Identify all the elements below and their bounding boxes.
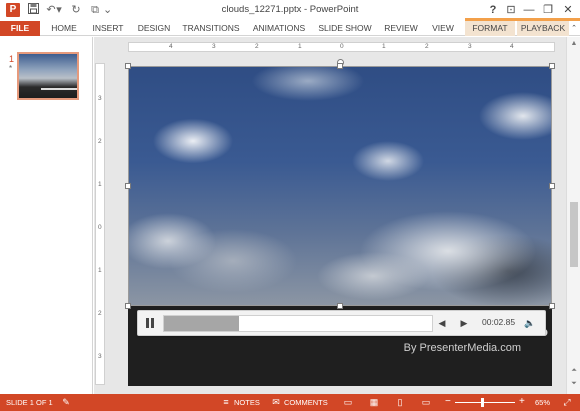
maximize-button[interactable]: ❐ xyxy=(540,2,556,18)
slide-thumbnail[interactable] xyxy=(17,52,79,100)
slide-number: 1 xyxy=(9,54,15,64)
pause-bar xyxy=(151,318,154,328)
animation-marker-icon: * xyxy=(9,64,13,73)
ribbon-display-options-icon[interactable]: ⊡ xyxy=(503,2,519,18)
ruler-tick: 4 xyxy=(169,43,173,50)
ruler-tick: 0 xyxy=(98,224,102,231)
resize-handle[interactable] xyxy=(337,303,343,309)
ribbon-tab-bar: FILE HOME INSERT DESIGN TRANSITIONS ANIM… xyxy=(0,21,580,36)
zoom-level[interactable]: 65% xyxy=(535,398,550,407)
zoom-slider-track[interactable] xyxy=(455,402,515,403)
notes-button[interactable]: NOTES xyxy=(234,398,260,407)
tab-slide-show[interactable]: SLIDE SHOW xyxy=(317,21,373,36)
resize-handle[interactable] xyxy=(125,183,131,189)
scroll-thumb[interactable] xyxy=(570,202,578,267)
collapse-ribbon-icon[interactable]: ⌃ xyxy=(569,21,579,36)
tab-file[interactable]: FILE xyxy=(0,21,40,36)
slide-subtitle[interactable]: By PresenterMedia.com xyxy=(328,342,521,354)
zoom-out-button[interactable]: − xyxy=(445,396,451,407)
resize-handle[interactable] xyxy=(125,303,131,309)
thumbnail-image xyxy=(19,54,77,98)
move-back-icon[interactable]: ◀ xyxy=(436,317,448,329)
thumbnail-title-line xyxy=(41,88,77,90)
pause-icon[interactable] xyxy=(144,317,156,329)
move-forward-icon[interactable]: ▶ xyxy=(458,317,470,329)
volume-icon[interactable]: 🔈 xyxy=(524,317,536,329)
vertical-scrollbar[interactable]: ▲ ⏶ ⏷ xyxy=(566,37,580,394)
tab-view[interactable]: VIEW xyxy=(428,21,458,36)
resize-handle[interactable] xyxy=(549,303,555,309)
normal-view-icon[interactable]: ▭ xyxy=(342,397,354,408)
slide-show-view-icon[interactable]: ▭ xyxy=(420,397,432,408)
comments-icon[interactable]: ✉ xyxy=(270,397,282,408)
ruler-tick: 3 xyxy=(212,43,216,50)
tab-insert[interactable]: INSERT xyxy=(88,21,128,36)
ruler-tick: 2 xyxy=(98,138,102,145)
close-button[interactable]: ✕ xyxy=(560,2,576,18)
slide-count-status: SLIDE 1 OF 1 xyxy=(6,398,53,407)
slide-sorter-icon[interactable]: ▦ xyxy=(368,397,380,408)
ruler-tick: 3 xyxy=(468,43,472,50)
media-controls-bar: ◀ ▶ 00:02.85 🔈 xyxy=(137,310,546,336)
pause-bar xyxy=(146,318,149,328)
fit-slide-icon[interactable]: ⤢ xyxy=(561,397,573,408)
reading-view-icon[interactable]: ▯ xyxy=(394,397,406,408)
previous-slide-icon[interactable]: ⏶ xyxy=(570,367,578,375)
ruler-tick: 2 xyxy=(255,43,259,50)
minimize-button[interactable]: — xyxy=(521,2,537,18)
tab-home[interactable]: HOME xyxy=(46,21,82,36)
video-frame-clouds[interactable] xyxy=(128,66,552,306)
title-bar: P ↶ ▾ ↻ ⧉ ⌄ clouds_12271.pptx - PowerPoi… xyxy=(0,0,580,21)
ruler-tick: 0 xyxy=(340,43,344,50)
scroll-up-icon[interactable]: ▲ xyxy=(570,40,578,48)
ruler-tick: 1 xyxy=(98,181,102,188)
ruler-tick: 3 xyxy=(98,353,102,360)
comments-button[interactable]: COMMENTS xyxy=(284,398,328,407)
zoom-in-button[interactable]: + xyxy=(519,396,525,407)
tab-playback[interactable]: PLAYBACK xyxy=(517,21,569,36)
media-time: 00:02.85 xyxy=(482,317,516,327)
status-bar: SLIDE 1 OF 1 ✎ ≡ NOTES ✉ COMMENTS ▭ ▦ ▯ … xyxy=(0,394,580,411)
next-slide-icon[interactable]: ⏷ xyxy=(570,380,578,388)
ruler-tick: 1 xyxy=(98,267,102,274)
tab-format[interactable]: FORMAT xyxy=(465,21,515,36)
zoom-slider-thumb[interactable] xyxy=(481,398,484,407)
horizontal-ruler: 4 3 2 1 0 1 2 3 4 xyxy=(128,42,555,52)
slide[interactable]: Embedded PowerPoint Video By PresenterMe… xyxy=(128,66,552,386)
tab-transitions[interactable]: TRANSITIONS xyxy=(180,21,242,36)
spell-check-icon[interactable]: ✎ xyxy=(60,397,72,408)
notes-icon[interactable]: ≡ xyxy=(220,397,232,408)
resize-handle[interactable] xyxy=(125,63,131,69)
progress-fill xyxy=(164,316,239,331)
help-button[interactable]: ? xyxy=(485,2,501,18)
ruler-tick: 2 xyxy=(98,310,102,317)
resize-handle[interactable] xyxy=(549,183,555,189)
tab-design[interactable]: DESIGN xyxy=(134,21,174,36)
ruler-tick: 2 xyxy=(425,43,429,50)
ruler-tick: 3 xyxy=(98,95,102,102)
ruler-tick: 1 xyxy=(382,43,386,50)
vertical-ruler: 3 2 1 0 1 2 3 xyxy=(95,63,105,385)
resize-handle[interactable] xyxy=(337,63,343,69)
media-progress-bar[interactable] xyxy=(163,315,433,332)
tab-animations[interactable]: ANIMATIONS xyxy=(249,21,309,36)
ruler-tick: 4 xyxy=(510,43,514,50)
tab-review[interactable]: REVIEW xyxy=(381,21,421,36)
ruler-tick: 1 xyxy=(298,43,302,50)
resize-handle[interactable] xyxy=(549,63,555,69)
